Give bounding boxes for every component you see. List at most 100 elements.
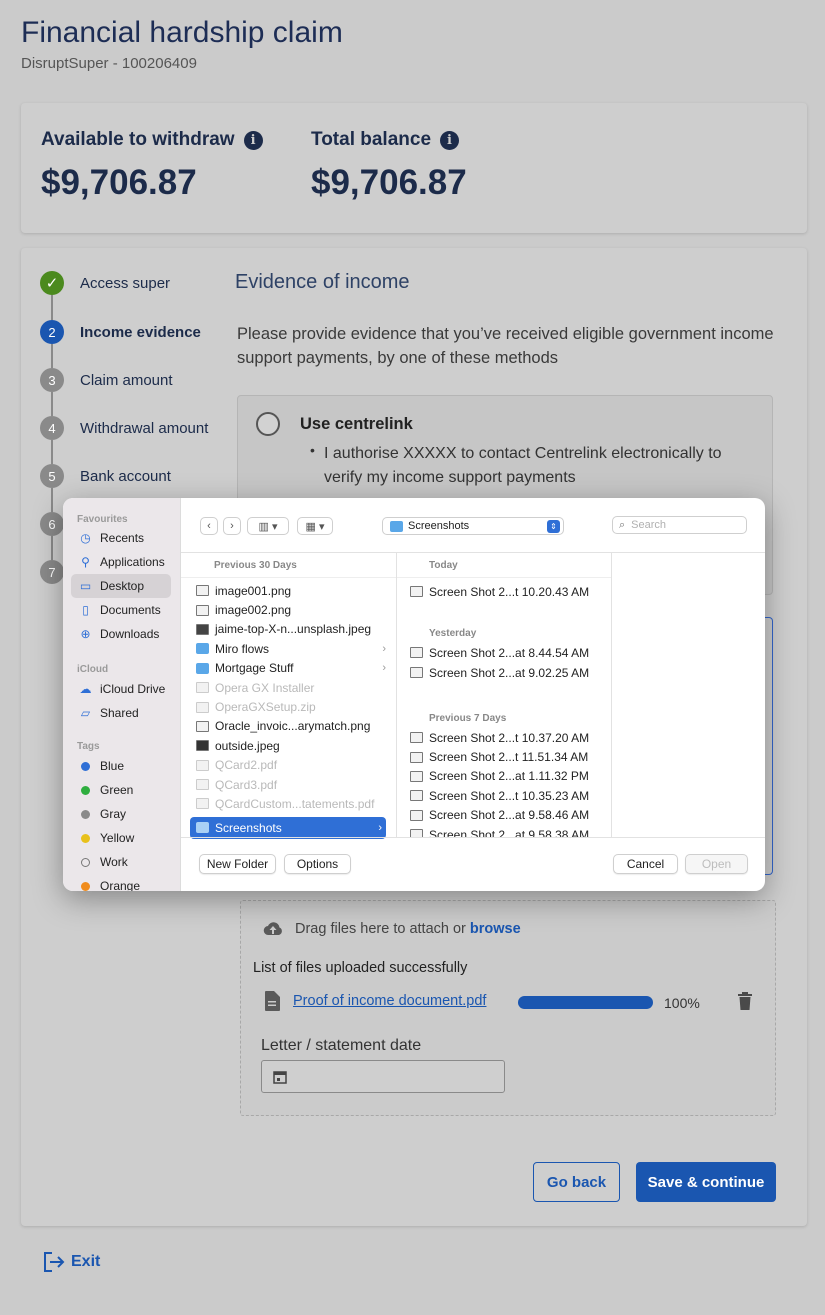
step-number: 4 (40, 416, 64, 440)
screenshot-file-icon (410, 647, 423, 659)
screenshot-file-icon (410, 809, 423, 821)
file-row[interactable]: Screen Shot 2...t 10.20.43 AM (410, 582, 589, 601)
sidebar-item-icloud-drive[interactable]: ☁ iCloud Drive (71, 677, 171, 701)
column-heading: Previous 7 Days (429, 713, 507, 724)
sidebar-tag-yellow[interactable]: Yellow (71, 826, 171, 850)
exit-link[interactable]: Exit (71, 1253, 100, 1271)
section-description: Please provide evidence that you’ve rece… (237, 325, 774, 367)
file-row[interactable]: Screen Shot 2...t 10.37.20 AM (410, 728, 610, 747)
file-row[interactable]: Screen Shot 2...t 11.51.34 AM (410, 747, 610, 766)
pdf-file-icon (196, 798, 209, 810)
sidebar-item-applications[interactable]: ⚲ Applications (71, 550, 171, 574)
browse-link[interactable]: browse (470, 921, 521, 937)
folder-row[interactable]: Miro flows › (190, 639, 386, 658)
file-row[interactable]: image001.png (190, 581, 386, 600)
screenshot-file-icon (410, 829, 423, 837)
applications-icon: ⚲ (81, 555, 90, 569)
trash-icon[interactable] (737, 992, 753, 1010)
file-row[interactable]: Screen Shot 2...at 8.44.54 AM (410, 643, 589, 662)
step-number: 2 (40, 320, 64, 344)
sidebar-tag-orange[interactable]: Orange (71, 874, 171, 891)
file-picker-dialog: Favourites ◷ Recents ⚲ Applications ▭ Deskt… (63, 498, 765, 891)
open-button[interactable]: Open (685, 854, 748, 874)
step-label: Bank account (80, 468, 171, 485)
icloud-heading: iCloud (77, 664, 109, 675)
total-value: $9,706.87 (311, 163, 467, 202)
sidebar-item-desktop[interactable]: ▭ Desktop (71, 574, 171, 598)
uploaded-list-heading: List of files uploaded successfully (253, 960, 468, 976)
file-row[interactable]: Screen Shot 2...at 9.58.46 AM (410, 806, 610, 825)
group-view-button[interactable]: ▦ ▾ (297, 517, 333, 535)
balance-card: Available to withdraw i $9,706.87 Total b… (21, 103, 807, 233)
cloud-icon: ☁ (79, 682, 92, 696)
uploaded-file-link[interactable]: Proof of income document.pdf (293, 993, 486, 1009)
option-bullet-text: I authorise XXXXX to contact Centrelink … (324, 445, 722, 486)
sidebar-tag-blue[interactable]: Blue (71, 754, 171, 778)
step-connector (51, 488, 53, 512)
file-icon (264, 991, 280, 1011)
section-title: Evidence of income (235, 271, 410, 293)
upload-progress-bar (518, 996, 653, 1009)
footer-divider (181, 837, 765, 838)
drag-text: Drag files here to attach or browse (295, 921, 521, 937)
column-view-button[interactable]: ▥ ▾ (247, 517, 289, 535)
file-row[interactable]: Oracle_invoic...arymatch.png (190, 717, 386, 736)
tag-dot-icon (81, 833, 90, 843)
file-column-1: image001.png image002.png jaime-top-X-n.… (190, 581, 386, 839)
sidebar-tag-gray[interactable]: Gray (71, 802, 171, 826)
sidebar-item-documents[interactable]: ▯ Documents (71, 598, 171, 622)
sidebar-tag-work[interactable]: Work (71, 850, 171, 874)
document-icon: ▯ (82, 603, 89, 617)
sidebar-item-recents[interactable]: ◷ Recents (71, 526, 171, 550)
step-label[interactable]: Access super (80, 275, 170, 292)
file-row[interactable]: Screen Shot 2...at 1.11.32 PM (410, 767, 610, 786)
file-row[interactable]: Screen Shot 2...at 9.02.25 AM (410, 663, 589, 682)
step-label-active[interactable]: Income evidence (80, 324, 201, 341)
step-number: 3 (40, 368, 64, 392)
sidebar-item-shared[interactable]: ▱ Shared (71, 701, 171, 725)
go-back-button[interactable]: Go back (533, 1162, 620, 1202)
divider (397, 577, 611, 578)
new-folder-button[interactable]: New Folder (199, 854, 276, 874)
forward-arrow-icon[interactable]: › (223, 517, 241, 535)
file-row[interactable]: Screen Shot 2...at 9.58.38 AM (410, 825, 610, 837)
folder-row-selected[interactable]: Screenshots › (190, 816, 386, 839)
tag-dot-icon (81, 761, 90, 771)
search-input[interactable]: ⌕ Search (612, 516, 747, 534)
shared-folder-icon: ▱ (80, 706, 91, 720)
file-row: QCard3.pdf (190, 775, 386, 794)
file-row[interactable]: image002.png (190, 600, 386, 619)
file-row[interactable]: Screen Shot 2...t 10.35.23 AM (410, 786, 610, 805)
step-label: Withdrawal amount (80, 420, 209, 437)
sidebar-tag-green[interactable]: Green (71, 778, 171, 802)
back-arrow-icon[interactable]: ‹ (200, 517, 218, 535)
step-number: 6 (40, 512, 64, 536)
tag-dot-icon (81, 809, 90, 819)
info-icon[interactable]: i (440, 130, 460, 150)
file-row[interactable]: outside.jpeg (190, 736, 386, 755)
pdf-file-icon (196, 759, 209, 771)
save-continue-button[interactable]: Save & continue (636, 1162, 776, 1202)
folder-row[interactable]: Mortgage Stuff › (190, 659, 386, 678)
file-row[interactable]: jaime-top-X-n...unsplash.jpeg (190, 620, 386, 639)
options-button[interactable]: Options (284, 854, 351, 874)
favourites-heading: Favourites (77, 514, 128, 525)
date-input[interactable] (261, 1060, 505, 1093)
calendar-icon[interactable] (273, 1070, 287, 1084)
sidebar-item-downloads[interactable]: ⊕ Downloads (71, 622, 171, 646)
cancel-button[interactable]: Cancel (613, 854, 678, 874)
toolbar-divider (181, 552, 765, 553)
tag-dot-icon (81, 857, 90, 867)
step-label: Claim amount (80, 372, 173, 389)
zip-file-icon (196, 701, 209, 713)
step-check-icon: ✓ (40, 271, 64, 295)
icloud-list: ☁ iCloud Drive ▱ Shared (71, 677, 171, 725)
location-dropdown[interactable]: Screenshots ⇕ (382, 517, 564, 535)
desktop-icon: ▭ (79, 579, 92, 593)
info-icon[interactable]: i (243, 130, 263, 150)
folder-icon (390, 520, 403, 532)
centrelink-radio[interactable] (256, 412, 280, 436)
chevron-right-icon: › (378, 821, 382, 834)
exit-icon[interactable] (43, 1252, 65, 1272)
option-title: Use centrelink (300, 415, 413, 433)
